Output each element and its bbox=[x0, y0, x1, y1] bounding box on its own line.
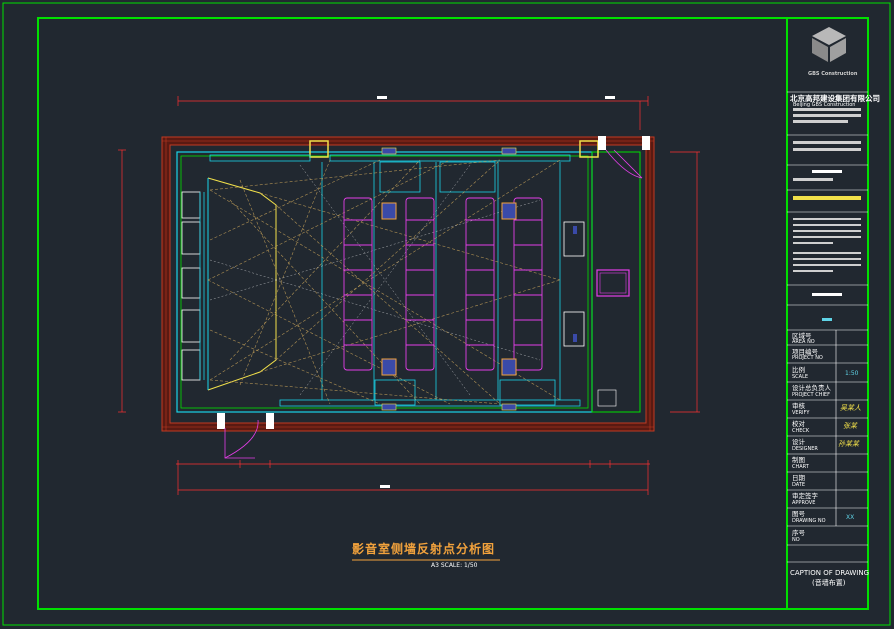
title-underline bbox=[352, 559, 500, 561]
drawing-scale: A3 SCALE: 1/50 bbox=[431, 562, 478, 569]
